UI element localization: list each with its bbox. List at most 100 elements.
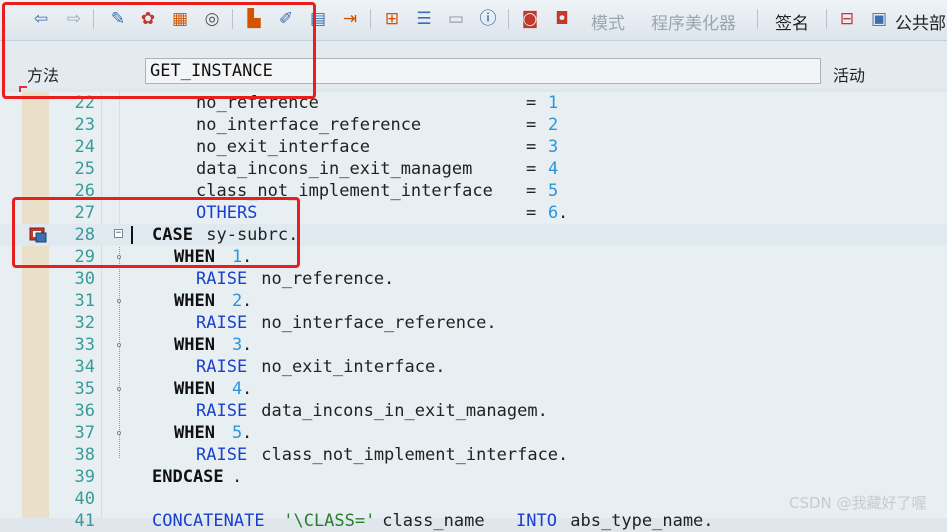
line-number: 23 [74,115,95,135]
code-text: . [242,291,253,311]
line-number: 30 [74,269,95,289]
line-number: 38 [74,445,95,465]
code-text: = [526,181,547,201]
watermark: CSDN @我藏好了喔 [789,494,927,512]
code-number: 1 [548,93,559,113]
code-line: 32 RAISE no_interface_reference. [0,312,947,334]
code-number: 5 [232,423,243,443]
public-section-button[interactable]: 公共部 [895,9,946,34]
toolbar-separator [508,9,509,29]
breakpoint-external-icon[interactable]: ◘ [550,7,574,31]
navigate-icon[interactable]: ⇥ [338,7,362,31]
annotation-box-method [2,2,316,99]
code-line: 25 data_incons_in_exit_managem = 4 [0,158,947,180]
code-text: = [526,137,547,157]
line-number: 34 [74,357,95,377]
code-text: . [242,379,253,399]
code-line: 38 RAISE class_not_implement_interface. [0,444,947,466]
code-text: class_not_implement_interface. [251,445,569,465]
fold-node-icon [117,431,121,435]
code-keyword: WHEN [174,423,215,443]
code-keyword: ENDCASE [152,467,224,487]
public-section-icon[interactable]: ▣ [867,7,891,31]
code-line: 34 RAISE no_exit_interface. [0,356,947,378]
code-line: 37 WHEN 5 . [0,422,947,444]
code-text: no_exit_interface [196,137,370,157]
code-keyword: RAISE [196,269,248,289]
code-line: 41 CONCATENATE '\CLASS=' class_name INTO… [0,510,947,532]
line-number: 35 [74,379,95,399]
code-text: . [232,467,243,487]
fold-node-icon [117,299,121,303]
code-text: class_name [372,511,495,531]
annotation-box-case [12,197,300,268]
code-line: 39 ENDCASE . [0,466,947,488]
toolbar-separator [757,9,758,29]
code-number: 3 [548,137,559,157]
code-text: no_interface_reference. [251,313,497,333]
fold-node-icon [117,387,121,391]
code-text: . [242,335,253,355]
code-text: data_incons_in_exit_managem [196,159,473,179]
line-number: 33 [74,335,95,355]
code-number: 2 [232,291,243,311]
line-number: 39 [74,467,95,487]
code-keyword: RAISE [196,445,248,465]
code-line: 30 RAISE no_reference. [0,268,947,290]
code-text: = [526,203,547,223]
class-structure-icon[interactable]: ⊟ [835,7,859,31]
line-number: 25 [74,159,95,179]
code-text: = [526,115,547,135]
layout-icon[interactable]: ▭ [444,7,468,31]
outline-icon[interactable]: ☰ [412,7,436,31]
code-text: data_incons_in_exit_managem. [251,401,548,421]
code-line: 31 WHEN 2 . [0,290,947,312]
code-line: 23 no_interface_reference = 2 [0,114,947,136]
line-number: 32 [74,313,95,333]
code-number: 2 [548,115,559,135]
line-number: 36 [74,401,95,421]
code-text: . [558,203,569,223]
code-editor[interactable]: 22 no_reference = 1 23 no_interface_refe… [0,92,947,531]
code-keyword: CONCATENATE [152,511,265,531]
code-text: = [526,159,547,179]
fold-node-icon [117,343,121,347]
code-keyword: WHEN [174,291,215,311]
toolbar-separator [826,9,827,29]
info-icon[interactable]: ⓘ [476,7,500,31]
code-text: no_reference. [251,269,395,289]
toolbar-separator [370,9,371,29]
code-line: 36 RAISE data_incons_in_exit_managem. [0,400,947,422]
code-number: 4 [232,379,243,399]
code-keyword: RAISE [196,357,248,377]
code-text: = [526,93,547,113]
code-number: 5 [548,181,559,201]
code-line: 33 WHEN 3 . [0,334,947,356]
hierarchy-icon[interactable]: ⊞ [380,7,404,31]
line-number: 31 [74,291,95,311]
line-number: 40 [74,489,95,509]
code-number: 6 [548,203,559,223]
code-text: . [242,423,253,443]
line-number: 24 [74,137,95,157]
code-number: 3 [232,335,243,355]
line-number: 37 [74,423,95,443]
code-keyword: INTO [516,511,557,531]
code-keyword: WHEN [174,335,215,355]
code-keyword: RAISE [196,401,248,421]
code-line: 24 no_exit_interface = 3 [0,136,947,158]
code-line: 35 WHEN 4 . [0,378,947,400]
breakpoint-session-icon[interactable]: ◙ [518,7,542,31]
status-label: 活动 [833,66,866,85]
line-number: 41 [74,511,95,531]
code-number: 4 [548,159,559,179]
signature-button[interactable]: 签名 [775,9,809,34]
code-keyword: RAISE [196,313,248,333]
code-string: '\CLASS=' [273,511,376,531]
pretty-printer-button[interactable]: 程序美化器 [651,9,736,34]
code-text: abs_type_name. [560,511,714,531]
mode-button[interactable]: 模式 [591,9,625,34]
code-keyword: WHEN [174,379,215,399]
code-text: no_interface_reference [196,115,422,135]
code-text: no_exit_interface. [251,357,446,377]
